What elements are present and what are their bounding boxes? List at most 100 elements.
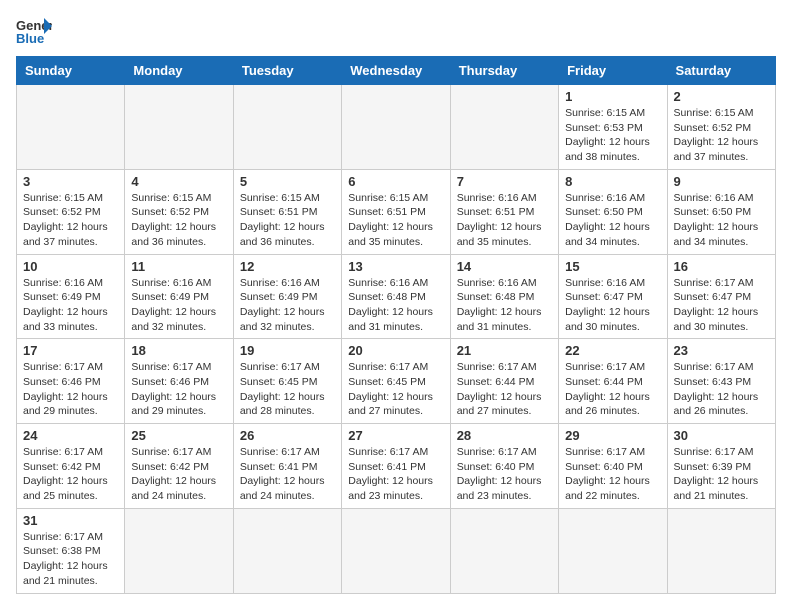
day-number: 18 [131, 343, 226, 358]
day-info: Sunrise: 6:15 AM Sunset: 6:52 PM Dayligh… [131, 191, 226, 250]
calendar-cell [125, 508, 233, 593]
calendar-cell: 27 Sunrise: 6:17 AM Sunset: 6:41 PM Dayli… [342, 424, 450, 509]
calendar-week-row: 3 Sunrise: 6:15 AM Sunset: 6:52 PM Daylig… [17, 169, 776, 254]
calendar-cell: 9Sunrise: 6:16 AM Sunset: 6:50 PM Daylig… [667, 169, 775, 254]
day-info: Sunrise: 6:15 AM Sunset: 6:52 PM Dayligh… [23, 191, 118, 250]
weekday-header-monday: Monday [125, 57, 233, 85]
day-number: 6 [348, 174, 443, 189]
calendar-cell: 1 Sunrise: 6:15 AM Sunset: 6:53 PM Daylig… [559, 85, 667, 170]
day-info: Sunrise: 6:17 AM Sunset: 6:47 PM Dayligh… [674, 276, 769, 335]
day-info: Sunrise: 6:17 AM Sunset: 6:44 PM Dayligh… [457, 360, 552, 419]
day-number: 29 [565, 428, 660, 443]
calendar-week-row: 31 Sunrise: 6:17 AM Sunset: 6:38 PM Dayli… [17, 508, 776, 593]
calendar-cell: 22 Sunrise: 6:17 AM Sunset: 6:44 PM Dayli… [559, 339, 667, 424]
day-number: 5 [240, 174, 335, 189]
day-number: 3 [23, 174, 118, 189]
calendar-week-row: 1 Sunrise: 6:15 AM Sunset: 6:53 PM Daylig… [17, 85, 776, 170]
day-info: Sunrise: 6:16 AM Sunset: 6:47 PM Dayligh… [565, 276, 660, 335]
calendar-week-row: 24Sunrise: 6:17 AM Sunset: 6:42 PM Dayli… [17, 424, 776, 509]
calendar-cell: 13 Sunrise: 6:16 AM Sunset: 6:48 PM Dayli… [342, 254, 450, 339]
day-info: Sunrise: 6:17 AM Sunset: 6:46 PM Dayligh… [131, 360, 226, 419]
day-info: Sunrise: 6:17 AM Sunset: 6:45 PM Dayligh… [348, 360, 443, 419]
calendar-cell: 25Sunrise: 6:17 AM Sunset: 6:42 PM Dayli… [125, 424, 233, 509]
calendar-cell: 29 Sunrise: 6:17 AM Sunset: 6:40 PM Dayli… [559, 424, 667, 509]
calendar-table: SundayMondayTuesdayWednesdayThursdayFrid… [16, 56, 776, 594]
calendar-cell: 19Sunrise: 6:17 AM Sunset: 6:45 PM Dayli… [233, 339, 341, 424]
day-info: Sunrise: 6:17 AM Sunset: 6:40 PM Dayligh… [565, 445, 660, 504]
calendar-week-row: 17 Sunrise: 6:17 AM Sunset: 6:46 PM Dayli… [17, 339, 776, 424]
day-info: Sunrise: 6:16 AM Sunset: 6:51 PM Dayligh… [457, 191, 552, 250]
day-number: 30 [674, 428, 769, 443]
calendar-cell [667, 508, 775, 593]
calendar-cell: 21 Sunrise: 6:17 AM Sunset: 6:44 PM Dayli… [450, 339, 558, 424]
calendar-cell: 4 Sunrise: 6:15 AM Sunset: 6:52 PM Daylig… [125, 169, 233, 254]
day-info: Sunrise: 6:15 AM Sunset: 6:53 PM Dayligh… [565, 106, 660, 165]
calendar-cell: 18 Sunrise: 6:17 AM Sunset: 6:46 PM Dayli… [125, 339, 233, 424]
calendar-cell [17, 85, 125, 170]
day-number: 8 [565, 174, 660, 189]
calendar-cell: 26 Sunrise: 6:17 AM Sunset: 6:41 PM Dayli… [233, 424, 341, 509]
day-number: 26 [240, 428, 335, 443]
calendar-cell: 28 Sunrise: 6:17 AM Sunset: 6:40 PM Dayli… [450, 424, 558, 509]
day-info: Sunrise: 6:17 AM Sunset: 6:46 PM Dayligh… [23, 360, 118, 419]
logo-icon: General Blue [16, 16, 52, 44]
day-number: 23 [674, 343, 769, 358]
day-info: Sunrise: 6:15 AM Sunset: 6:51 PM Dayligh… [348, 191, 443, 250]
weekday-header-saturday: Saturday [667, 57, 775, 85]
calendar-cell: 2 Sunrise: 6:15 AM Sunset: 6:52 PM Daylig… [667, 85, 775, 170]
day-info: Sunrise: 6:17 AM Sunset: 6:43 PM Dayligh… [674, 360, 769, 419]
day-number: 9 [674, 174, 769, 189]
day-number: 1 [565, 89, 660, 104]
calendar-cell [559, 508, 667, 593]
weekday-header-sunday: Sunday [17, 57, 125, 85]
day-number: 4 [131, 174, 226, 189]
day-number: 28 [457, 428, 552, 443]
calendar-week-row: 10 Sunrise: 6:16 AM Sunset: 6:49 PM Dayli… [17, 254, 776, 339]
calendar-cell: 14Sunrise: 6:16 AM Sunset: 6:48 PM Dayli… [450, 254, 558, 339]
calendar-cell: 16 Sunrise: 6:17 AM Sunset: 6:47 PM Dayli… [667, 254, 775, 339]
calendar-cell: 31 Sunrise: 6:17 AM Sunset: 6:38 PM Dayli… [17, 508, 125, 593]
day-info: Sunrise: 6:16 AM Sunset: 6:50 PM Dayligh… [565, 191, 660, 250]
day-info: Sunrise: 6:16 AM Sunset: 6:49 PM Dayligh… [131, 276, 226, 335]
calendar-cell [233, 508, 341, 593]
calendar-cell: 10 Sunrise: 6:16 AM Sunset: 6:49 PM Dayli… [17, 254, 125, 339]
calendar-cell: 17 Sunrise: 6:17 AM Sunset: 6:46 PM Dayli… [17, 339, 125, 424]
day-number: 31 [23, 513, 118, 528]
day-info: Sunrise: 6:17 AM Sunset: 6:38 PM Dayligh… [23, 530, 118, 589]
day-info: Sunrise: 6:16 AM Sunset: 6:49 PM Dayligh… [240, 276, 335, 335]
day-number: 21 [457, 343, 552, 358]
weekday-header-thursday: Thursday [450, 57, 558, 85]
day-number: 22 [565, 343, 660, 358]
day-number: 11 [131, 259, 226, 274]
weekday-header-friday: Friday [559, 57, 667, 85]
calendar-cell: 11 Sunrise: 6:16 AM Sunset: 6:49 PM Dayli… [125, 254, 233, 339]
day-number: 10 [23, 259, 118, 274]
day-number: 2 [674, 89, 769, 104]
calendar-cell [450, 85, 558, 170]
day-info: Sunrise: 6:17 AM Sunset: 6:44 PM Dayligh… [565, 360, 660, 419]
day-number: 20 [348, 343, 443, 358]
day-number: 16 [674, 259, 769, 274]
weekday-header-tuesday: Tuesday [233, 57, 341, 85]
calendar-cell: 3 Sunrise: 6:15 AM Sunset: 6:52 PM Daylig… [17, 169, 125, 254]
day-info: Sunrise: 6:17 AM Sunset: 6:41 PM Dayligh… [240, 445, 335, 504]
day-info: Sunrise: 6:17 AM Sunset: 6:39 PM Dayligh… [674, 445, 769, 504]
day-info: Sunrise: 6:16 AM Sunset: 6:48 PM Dayligh… [348, 276, 443, 335]
calendar-cell [342, 85, 450, 170]
day-info: Sunrise: 6:17 AM Sunset: 6:41 PM Dayligh… [348, 445, 443, 504]
header: General Blue [16, 16, 776, 44]
day-number: 19 [240, 343, 335, 358]
day-number: 13 [348, 259, 443, 274]
calendar-cell [342, 508, 450, 593]
day-number: 17 [23, 343, 118, 358]
day-info: Sunrise: 6:17 AM Sunset: 6:40 PM Dayligh… [457, 445, 552, 504]
day-number: 27 [348, 428, 443, 443]
day-info: Sunrise: 6:16 AM Sunset: 6:49 PM Dayligh… [23, 276, 118, 335]
calendar-cell [450, 508, 558, 593]
calendar-cell [233, 85, 341, 170]
day-info: Sunrise: 6:16 AM Sunset: 6:48 PM Dayligh… [457, 276, 552, 335]
calendar-cell: 12Sunrise: 6:16 AM Sunset: 6:49 PM Dayli… [233, 254, 341, 339]
calendar-cell: 24Sunrise: 6:17 AM Sunset: 6:42 PM Dayli… [17, 424, 125, 509]
day-info: Sunrise: 6:15 AM Sunset: 6:52 PM Dayligh… [674, 106, 769, 165]
day-info: Sunrise: 6:17 AM Sunset: 6:42 PM Dayligh… [23, 445, 118, 504]
